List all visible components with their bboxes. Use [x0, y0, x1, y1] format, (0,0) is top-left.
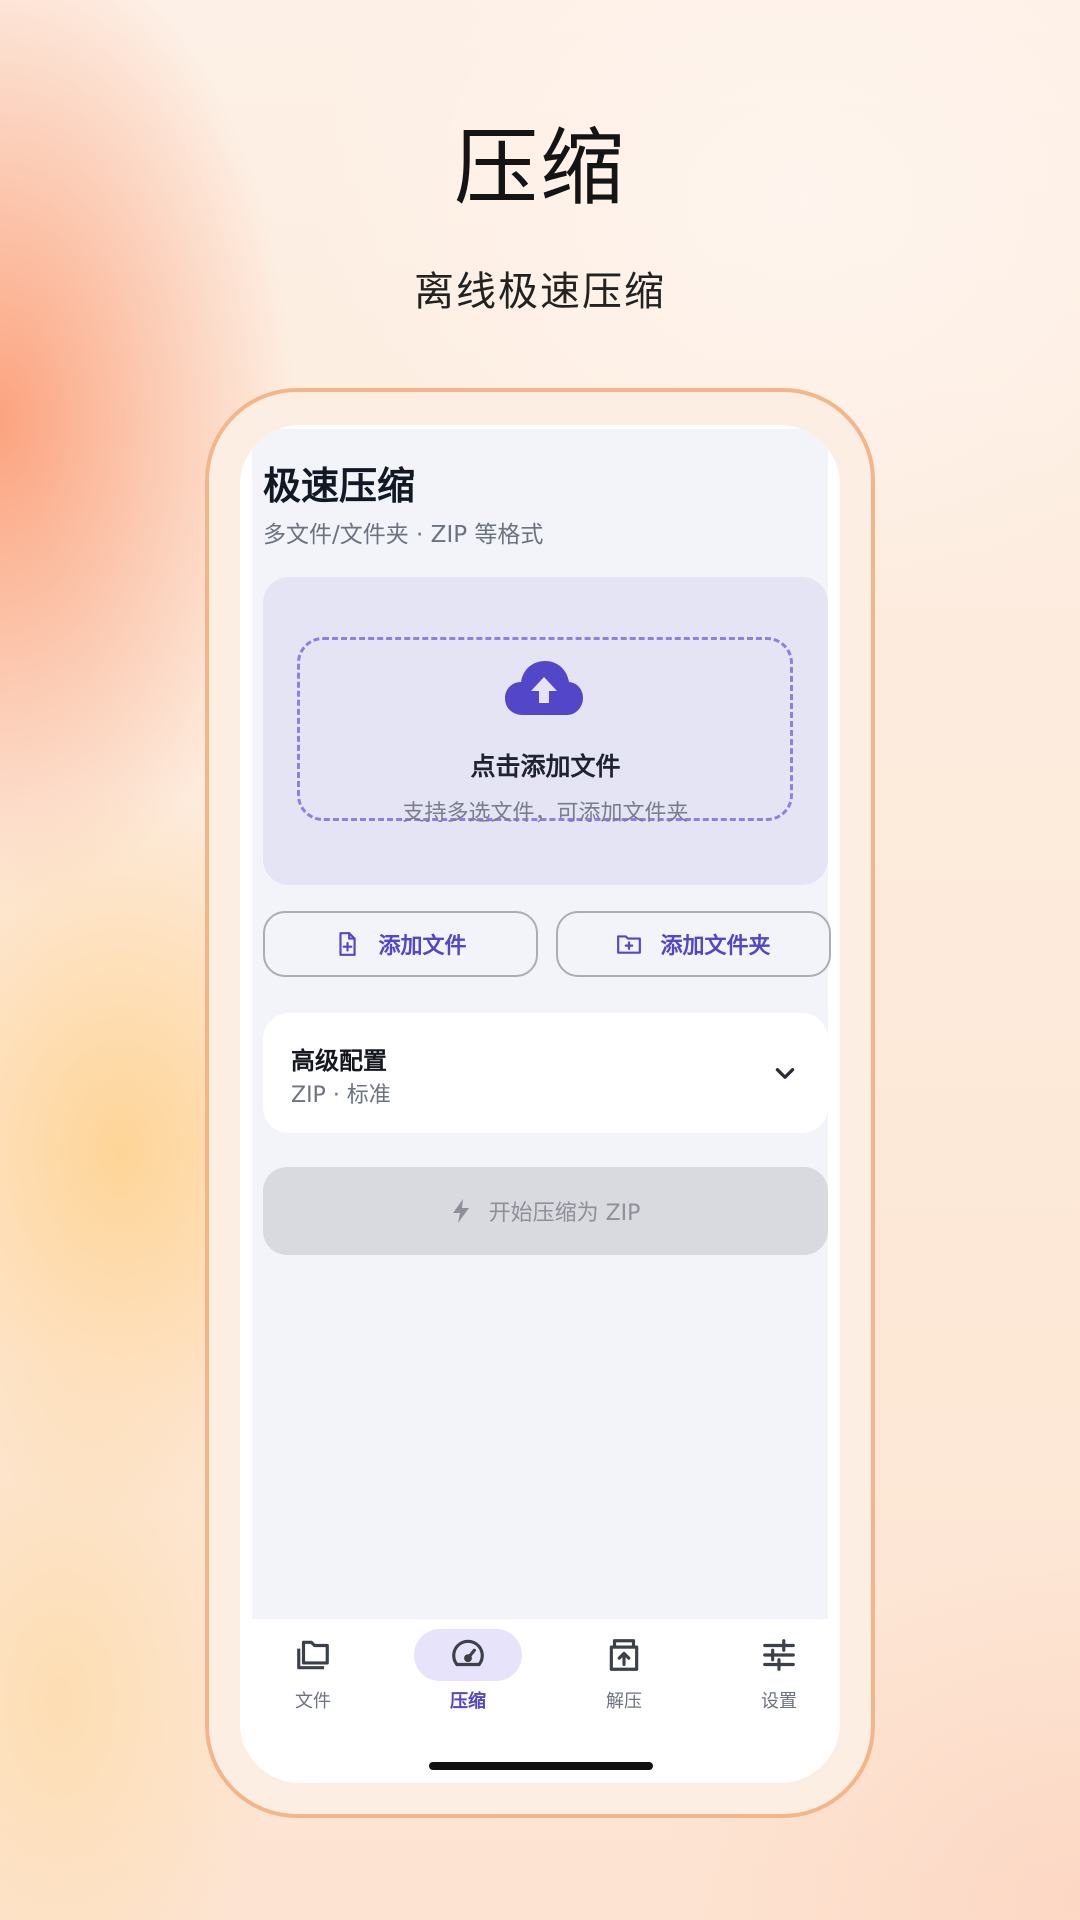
start-compress-button[interactable]: 开始压缩为 ZIP: [263, 1167, 828, 1255]
tab-compress[interactable]: 压缩: [413, 1629, 523, 1719]
sliders-icon: [763, 1639, 795, 1671]
tab-extract-label: 解压: [606, 1691, 642, 1712]
tab-extract[interactable]: 解压: [569, 1629, 679, 1719]
config-title: 高级配置: [291, 1047, 387, 1075]
add-file-button[interactable]: 添加文件: [263, 911, 538, 977]
archive-upload-icon: [609, 1639, 639, 1671]
promo-headline: 压缩: [453, 119, 626, 217]
folder-icon: [297, 1640, 329, 1670]
upload-title: 点击添加文件: [470, 752, 621, 781]
page-subtitle: 多文件/文件夹 · ZIP 等格式: [263, 522, 544, 548]
speedometer-icon: [452, 1639, 484, 1667]
tab-settings[interactable]: 设置: [724, 1629, 834, 1719]
upload-card[interactable]: 点击添加文件 支持多选文件，可添加文件夹: [263, 577, 828, 885]
upload-hint: 支持多选文件，可添加文件夹: [402, 801, 689, 826]
advanced-config-card[interactable]: 高级配置 ZIP · 标准: [263, 1013, 828, 1133]
home-indicator[interactable]: [429, 1762, 653, 1770]
file-add-icon: [339, 932, 357, 956]
lightning-icon: [452, 1199, 469, 1223]
tab-files-label: 文件: [295, 1691, 331, 1712]
promo-subline: 离线极速压缩: [414, 269, 666, 315]
add-folder-label: 添加文件夹: [660, 934, 771, 959]
config-summary: ZIP · 标准: [291, 1083, 391, 1108]
bottom-tab-bar: 文件 压缩 解压 设置: [240, 1619, 840, 1783]
add-file-label: 添加文件: [378, 934, 467, 959]
folder-add-icon: [617, 935, 642, 954]
compress-page: 极速压缩 多文件/文件夹 · ZIP 等格式 点击添加文件 支持多选文件，可添加…: [252, 429, 831, 1619]
start-compress-label: 开始压缩为 ZIP: [488, 1201, 641, 1226]
tab-files[interactable]: 文件: [258, 1629, 368, 1719]
tab-compress-label: 压缩: [450, 1691, 486, 1712]
add-folder-button[interactable]: 添加文件夹: [556, 911, 831, 977]
phone-screen: 极速压缩 多文件/文件夹 · ZIP 等格式 点击添加文件 支持多选文件，可添加…: [240, 425, 840, 1783]
tab-settings-label: 设置: [761, 1691, 797, 1712]
cloud-upload-icon: [505, 661, 583, 715]
chevron-down-icon[interactable]: [772, 1061, 798, 1087]
page-title: 极速压缩: [263, 464, 416, 508]
